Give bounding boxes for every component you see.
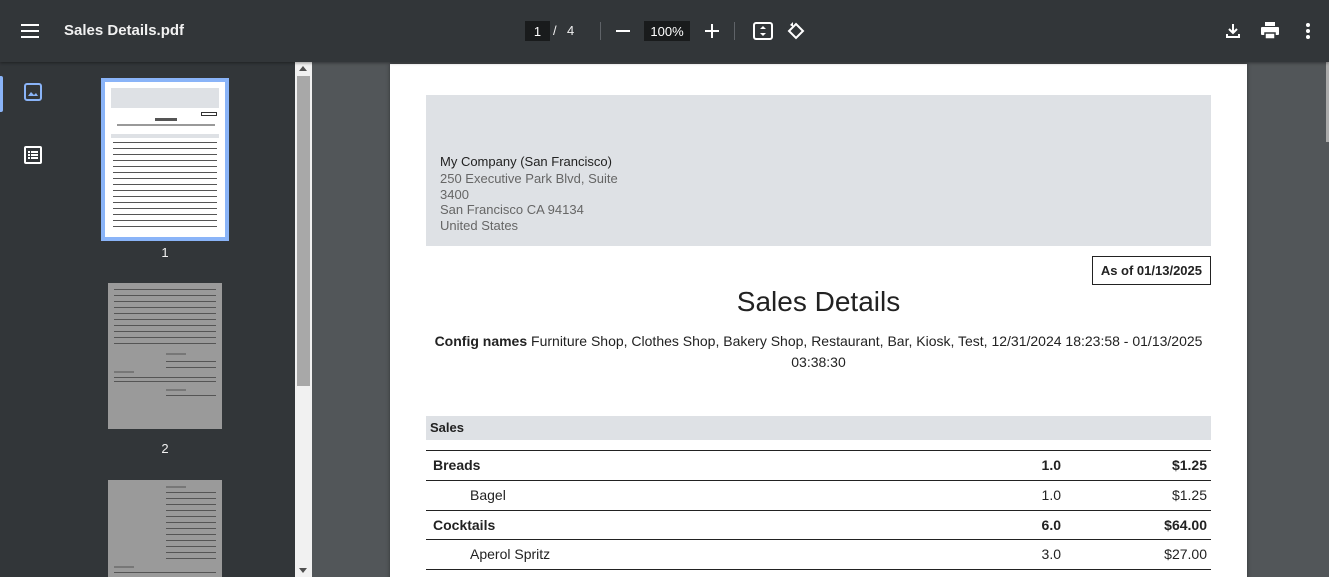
address-line: San Francisco CA 94134 — [440, 202, 584, 217]
thumbnails-view-icon[interactable] — [17, 76, 49, 108]
thumbnail-label: 1 — [161, 245, 169, 260]
page-thumbnail-1[interactable] — [101, 78, 229, 241]
row-qty: 1.0 — [1041, 457, 1061, 473]
outline-view-icon[interactable] — [17, 139, 49, 171]
active-indicator — [0, 76, 3, 112]
config-names: Config names Furniture Shop, Clothes Sho… — [426, 331, 1211, 373]
zoom-in-icon[interactable] — [697, 15, 727, 47]
row-name: Breads — [433, 457, 481, 473]
as-of-date: As of 01/13/2025 — [1091, 256, 1211, 285]
report-title: Sales Details — [736, 286, 901, 317]
company-name: My Company (San Francisco) — [440, 154, 612, 169]
toolbar: Sales Details.pdf / 4 — [0, 0, 1329, 62]
zoom-input[interactable] — [644, 21, 690, 41]
row-qty: 1.0 — [1041, 487, 1061, 503]
table-row: Cocktails 6.0 $64.00 — [426, 510, 1211, 540]
row-divider — [426, 569, 1211, 570]
config-value: Furniture Shop, Clothes Shop, Bakery Sho… — [531, 333, 1203, 349]
menu-icon[interactable] — [14, 15, 46, 47]
thumbnail-label: 2 — [161, 441, 169, 456]
row-qty: 6.0 — [1041, 517, 1061, 533]
toolbar-divider — [600, 22, 601, 40]
table-row: Bagel 1.0 $1.25 — [426, 480, 1211, 510]
address-line: United States — [440, 218, 519, 233]
row-name: Cocktails — [433, 517, 496, 533]
rotate-icon[interactable] — [781, 15, 811, 47]
zoom-out-icon[interactable] — [608, 15, 638, 47]
config-label: Config names — [434, 333, 528, 349]
pdf-page: My Company (San Francisco) 250 Executive… — [390, 64, 1247, 577]
row-name: Aperol Spritz — [470, 546, 551, 562]
config-value-cont: 03:38:30 — [791, 354, 846, 370]
document-title: Sales Details.pdf — [64, 22, 185, 39]
scroll-up-icon[interactable] — [299, 66, 307, 71]
sidebar-rail — [0, 62, 62, 577]
row-amount: $27.00 — [1164, 546, 1207, 562]
page-separator: / — [553, 23, 557, 38]
row-qty: 3.0 — [1041, 546, 1061, 562]
pdf-viewer: Sales Details.pdf / 4 — [0, 0, 1329, 577]
more-options-icon[interactable] — [1294, 15, 1322, 47]
row-name: Bagel — [470, 487, 506, 503]
address-line: 250 Executive Park Blvd, Suite — [440, 171, 618, 186]
sidebar-scroll-thumb[interactable] — [297, 76, 310, 386]
row-amount: $64.00 — [1164, 517, 1207, 533]
toolbar-divider — [734, 22, 735, 40]
sidebar-scrollbar[interactable] — [295, 62, 312, 577]
page-total: 4 — [567, 23, 575, 38]
fit-page-icon[interactable] — [748, 15, 778, 47]
section-header: Sales — [426, 416, 1211, 440]
table-row: Breads 1.0 $1.25 — [426, 450, 1211, 480]
download-icon[interactable] — [1218, 15, 1248, 47]
row-amount: $1.25 — [1171, 457, 1207, 473]
section-label: Sales — [430, 420, 464, 435]
print-icon[interactable] — [1255, 15, 1285, 47]
page-thumbnail-2[interactable] — [108, 283, 222, 429]
scroll-down-icon[interactable] — [299, 568, 307, 573]
thumbnail-sidebar: 1 2 — [0, 62, 312, 577]
page-thumbnail-3[interactable] — [108, 480, 222, 577]
address-line: 3400 — [440, 187, 469, 202]
page-number-input[interactable] — [525, 21, 550, 41]
row-amount: $1.25 — [1171, 487, 1207, 503]
document-viewer[interactable]: My Company (San Francisco) 250 Executive… — [312, 62, 1329, 577]
table-row: Aperol Spritz 3.0 $27.00 — [426, 539, 1211, 569]
company-header: My Company (San Francisco) 250 Executive… — [426, 95, 1211, 246]
